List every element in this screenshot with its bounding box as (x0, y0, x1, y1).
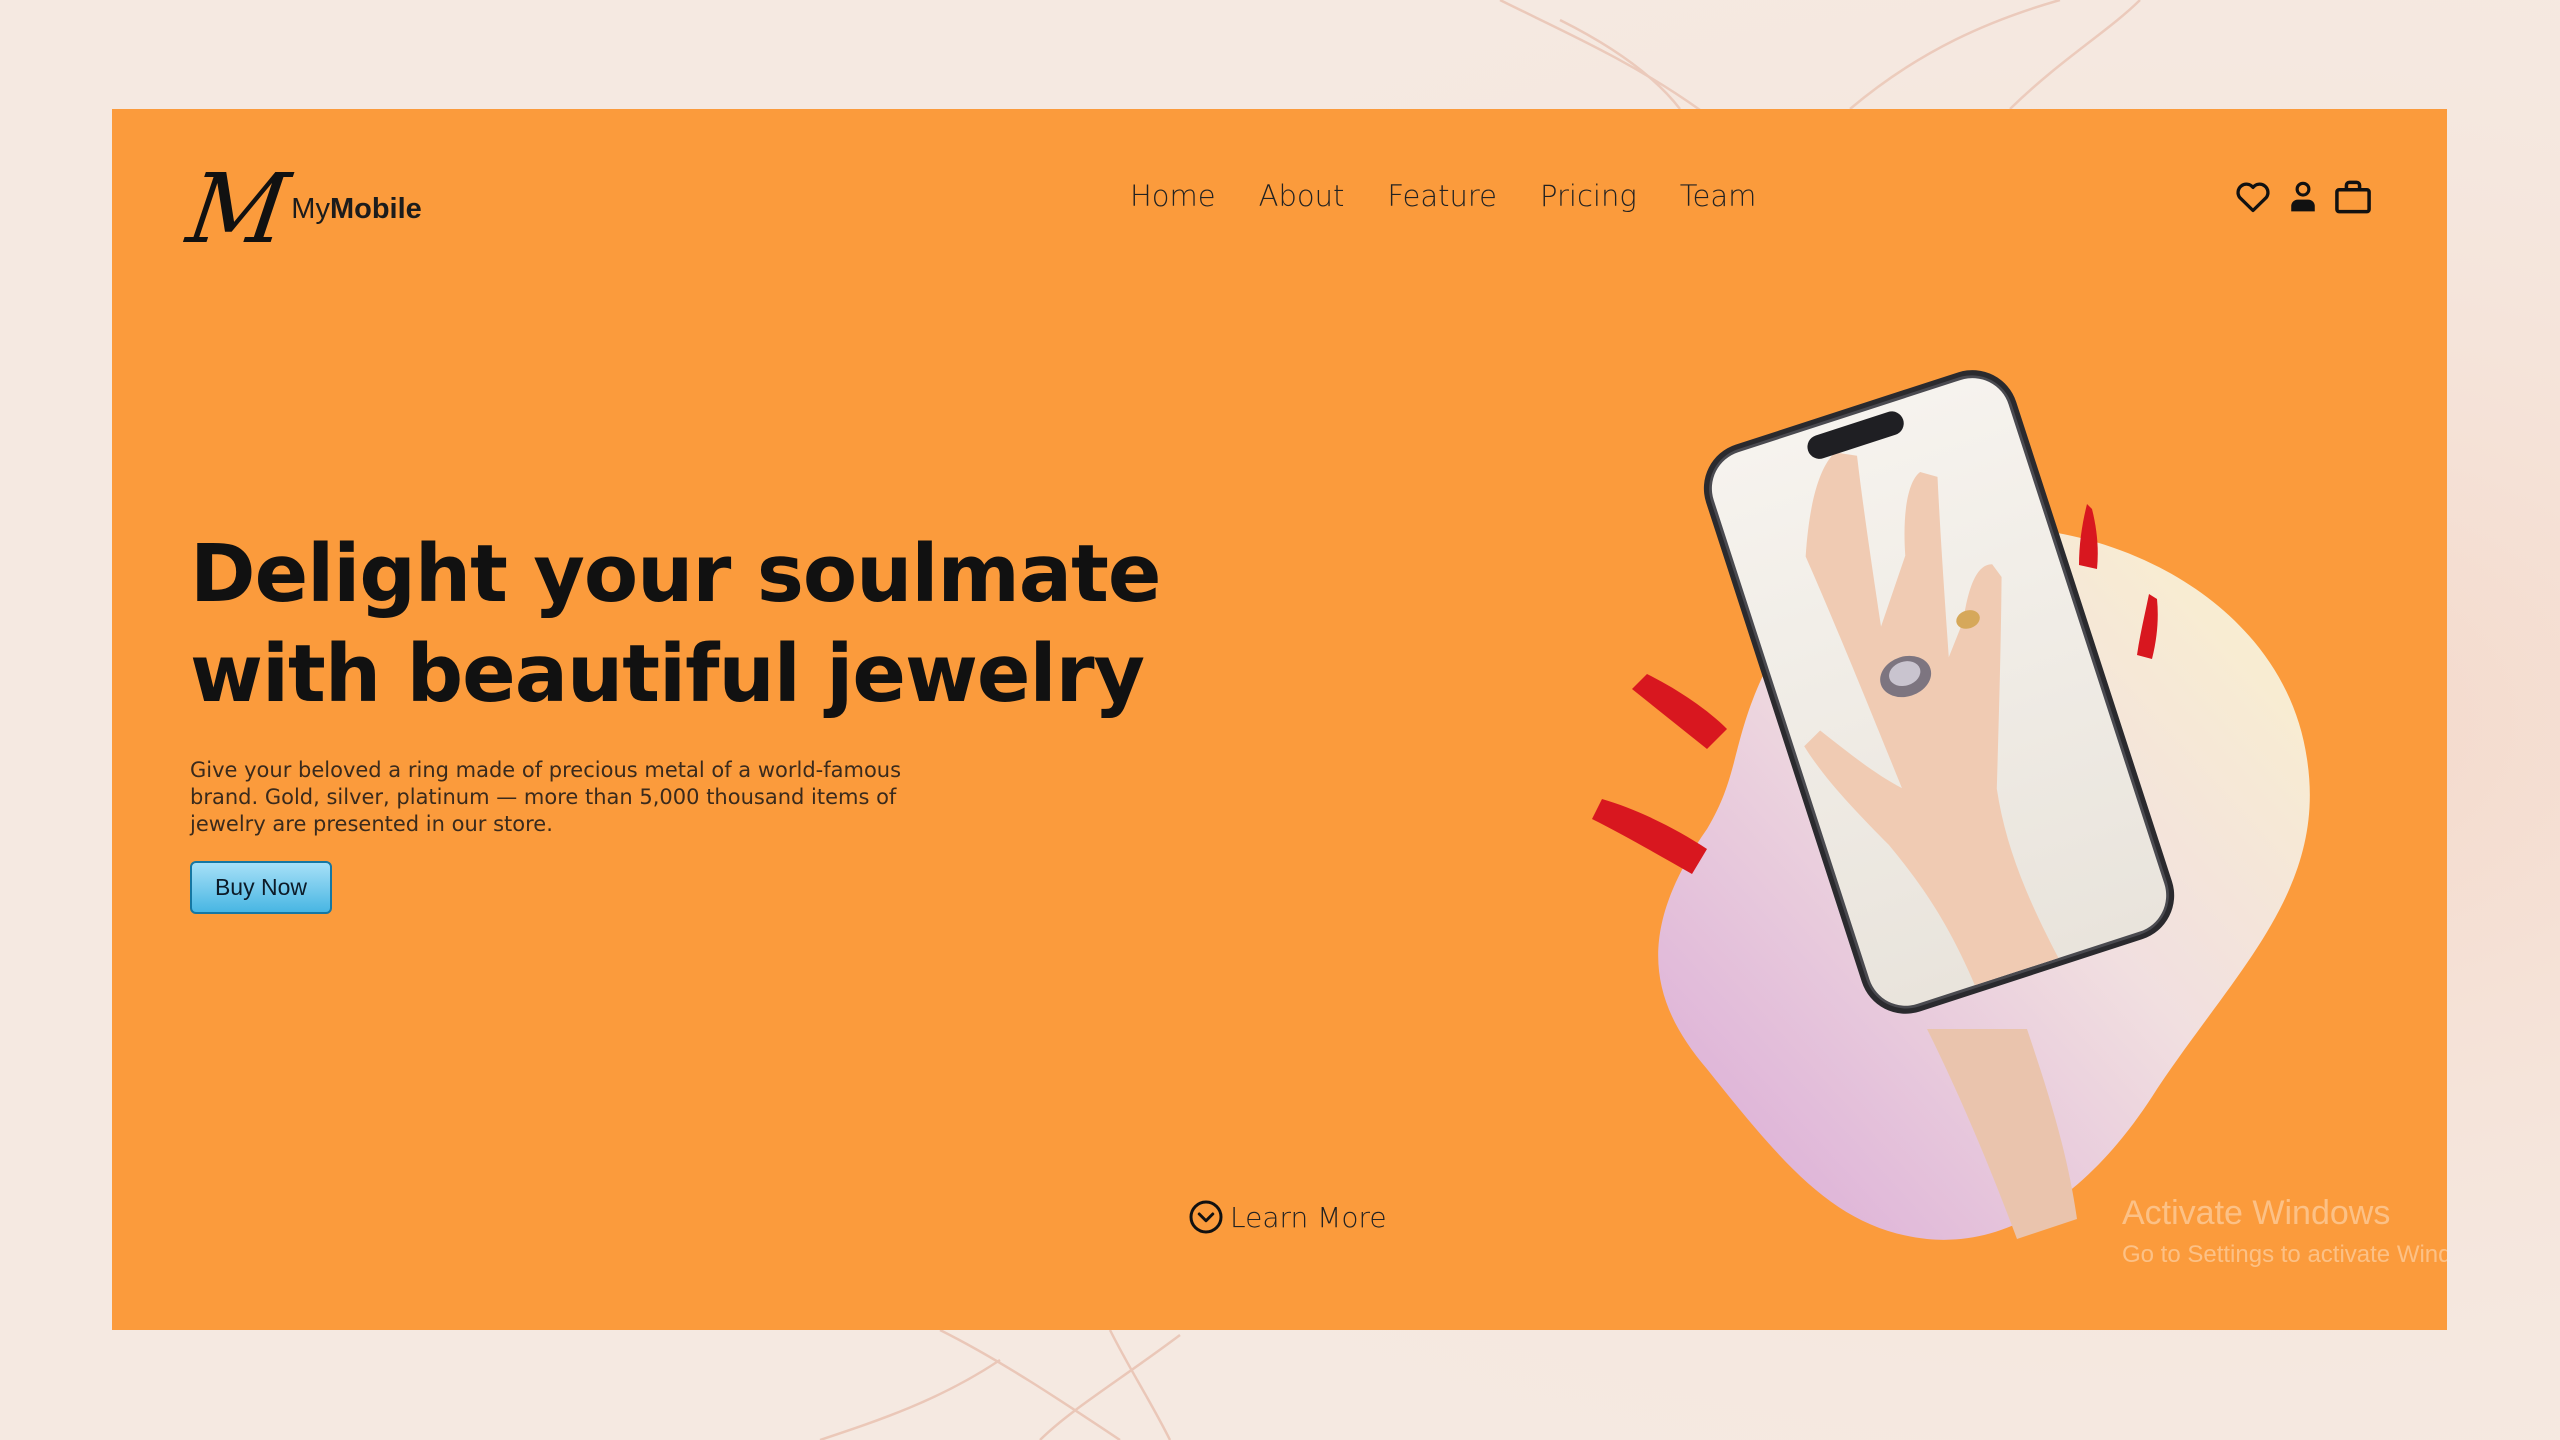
logo-monogram: M (181, 153, 296, 265)
hero-title-line-2: with beautiful jewelry (190, 628, 1145, 720)
learn-more-label: Learn More (1230, 1200, 1387, 1234)
buy-now-button[interactable]: Buy Now (190, 861, 332, 914)
nav-item-home[interactable]: Home (1130, 179, 1216, 213)
hero-phone-illustration (1592, 370, 2310, 1240)
brand-logo[interactable]: M MyMobile (181, 153, 422, 265)
brand-name: MyMobile (291, 192, 422, 225)
nav-item-about[interactable]: About (1259, 179, 1345, 213)
hero-title: Delight your soulmate with beautiful jew… (190, 524, 1240, 724)
activate-windows-watermark: Activate Windows Go to Settings to activ… (2122, 1194, 2447, 1268)
nav-item-feature[interactable]: Feature (1387, 179, 1497, 213)
header-icons (2234, 175, 2372, 219)
hero-title-line-1: Delight your soulmate (190, 528, 1161, 620)
hero-card: M MyMobile Home About Feature Pricing Te… (112, 109, 2447, 1330)
nav-item-pricing[interactable]: Pricing (1540, 179, 1637, 213)
main-nav: Home About Feature Pricing Team (1130, 179, 1799, 213)
nav-item-team[interactable]: Team (1680, 179, 1757, 213)
shopping-bag-icon[interactable] (2334, 175, 2372, 219)
chevron-down-circle-icon (1189, 1200, 1223, 1234)
heart-icon[interactable] (2234, 175, 2272, 219)
user-icon[interactable] (2284, 175, 2322, 219)
learn-more-link[interactable]: Learn More (1188, 1199, 1387, 1235)
hero-description: Give your beloved a ring made of preciou… (190, 758, 902, 836)
